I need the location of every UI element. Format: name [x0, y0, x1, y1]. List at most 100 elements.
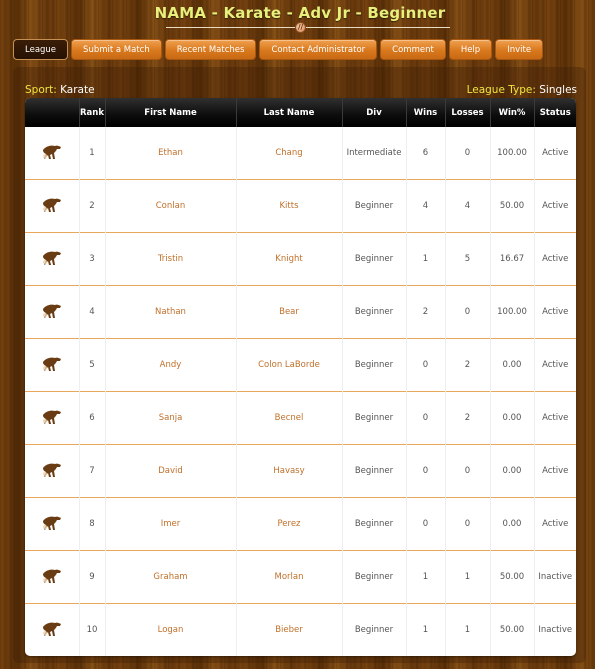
- table-row: 3 Tristin Knight Beginner 1 5 16.67 Acti…: [25, 232, 576, 286]
- league-type-info: League Type: Singles: [467, 84, 577, 96]
- table-row: 8 Imer Perez Beginner 0 0 0.00 Active: [25, 497, 576, 551]
- last-name-link[interactable]: Chang: [235, 127, 342, 180]
- losses-cell: 5: [444, 232, 490, 286]
- table-row: 6 Sanja Becnel Beginner 0 2 0.00 Active: [25, 391, 576, 445]
- wins-cell: 1: [405, 550, 445, 604]
- col-header-win-pct[interactable]: Win%: [489, 98, 534, 127]
- table-row: 2 Conlan Kitts Beginner 4 4 50.00 Active: [25, 179, 576, 233]
- league-type-value: Singles: [539, 84, 577, 96]
- win-pct-cell: 0.00: [489, 338, 534, 392]
- first-name-link[interactable]: Logan: [104, 603, 236, 656]
- col-header-wins[interactable]: Wins: [405, 98, 445, 127]
- icon-cell: [25, 286, 79, 339]
- icon-cell: [25, 445, 79, 498]
- nav-contact-admin-button[interactable]: Contact Administrator: [259, 39, 378, 60]
- last-name-link[interactable]: Havasy: [235, 444, 342, 498]
- icon-cell: [25, 498, 79, 551]
- rank-cell: 6: [78, 391, 105, 445]
- losses-cell: 1: [444, 603, 490, 656]
- table-row: 1 Ethan Chang Intermediate 6 0 100.00 Ac…: [25, 127, 576, 180]
- rank-cell: 9: [78, 550, 105, 604]
- win-pct-cell: 50.00: [489, 603, 534, 656]
- wins-cell: 4: [405, 179, 445, 233]
- nav-submit-match-button[interactable]: Submit a Match: [71, 39, 162, 60]
- losses-cell: 2: [444, 391, 490, 445]
- div-cell: Beginner: [341, 497, 406, 551]
- status-cell: Inactive: [533, 550, 576, 604]
- rank-cell: 4: [78, 285, 105, 339]
- first-name-link[interactable]: Graham: [104, 550, 236, 604]
- losses-cell: 4: [444, 179, 490, 233]
- div-cell: Beginner: [341, 338, 406, 392]
- icon-cell: [25, 180, 79, 233]
- last-name-link[interactable]: Morlan: [235, 550, 342, 604]
- panther-icon: [42, 251, 61, 265]
- nav-recent-matches-button[interactable]: Recent Matches: [164, 39, 257, 60]
- standings-table-container: Rank First Name Last Name Div Wins Losse…: [25, 98, 576, 656]
- icon-cell: [25, 127, 79, 180]
- main-nav: League Submit a Match Recent Matches Con…: [13, 39, 544, 60]
- nav-invite-button[interactable]: Invite: [495, 39, 544, 60]
- nav-comment-button[interactable]: Comment: [380, 39, 446, 60]
- first-name-link[interactable]: Nathan: [104, 285, 236, 339]
- col-header-losses[interactable]: Losses: [444, 98, 490, 127]
- win-pct-cell: 100.00: [489, 127, 534, 180]
- first-name-link[interactable]: Tristin: [104, 232, 236, 286]
- panther-icon: [42, 304, 61, 318]
- losses-cell: 0: [444, 497, 490, 551]
- win-pct-cell: 100.00: [489, 285, 534, 339]
- status-cell: Active: [533, 285, 576, 339]
- title-divider: [166, 27, 450, 28]
- table-row: 10 Logan Bieber Beginner 1 1 50.00 Inact…: [25, 603, 576, 656]
- last-name-link[interactable]: Colon LaBorde: [235, 338, 342, 392]
- losses-cell: 0: [444, 127, 490, 180]
- rank-cell: 1: [78, 127, 105, 180]
- status-cell: Active: [533, 391, 576, 445]
- panther-icon: [42, 410, 61, 424]
- league-type-label: League Type:: [466, 84, 536, 96]
- sport-value: Karate: [60, 84, 95, 96]
- status-cell: Active: [533, 338, 576, 392]
- win-pct-cell: 50.00: [489, 550, 534, 604]
- first-name-link[interactable]: Ethan: [104, 127, 236, 180]
- table-row: 4 Nathan Bear Beginner 2 0 100.00 Active: [25, 285, 576, 339]
- rank-cell: 7: [78, 444, 105, 498]
- status-cell: Inactive: [533, 603, 576, 656]
- last-name-link[interactable]: Bieber: [235, 603, 342, 656]
- last-name-link[interactable]: Bear: [235, 285, 342, 339]
- panther-icon: [42, 622, 61, 636]
- sport-label: Sport:: [25, 84, 57, 96]
- panther-icon: [42, 145, 61, 159]
- rank-cell: 10: [78, 603, 105, 656]
- panther-icon: [42, 516, 61, 530]
- status-cell: Active: [533, 127, 576, 180]
- first-name-link[interactable]: Andy: [104, 338, 236, 392]
- win-pct-cell: 0.00: [489, 444, 534, 498]
- wins-cell: 1: [405, 232, 445, 286]
- div-cell: Beginner: [341, 603, 406, 656]
- rank-cell: 3: [78, 232, 105, 286]
- last-name-link[interactable]: Kitts: [235, 179, 342, 233]
- first-name-link[interactable]: Imer: [104, 497, 236, 551]
- last-name-link[interactable]: Knight: [235, 232, 342, 286]
- col-header-status[interactable]: Status: [533, 98, 576, 127]
- col-header-div[interactable]: Div: [341, 98, 406, 127]
- losses-cell: 1: [444, 550, 490, 604]
- first-name-link[interactable]: Sanja: [104, 391, 236, 445]
- first-name-link[interactable]: Conlan: [104, 179, 236, 233]
- last-name-link[interactable]: Perez: [235, 497, 342, 551]
- last-name-link[interactable]: Becnel: [235, 391, 342, 445]
- win-pct-cell: 50.00: [489, 179, 534, 233]
- col-header-rank[interactable]: Rank: [78, 98, 105, 127]
- sport-info: Sport: Karate: [25, 84, 95, 96]
- win-pct-cell: 0.00: [489, 391, 534, 445]
- nav-help-button[interactable]: Help: [448, 39, 493, 60]
- div-cell: Beginner: [341, 444, 406, 498]
- table-row: 5 Andy Colon LaBorde Beginner 0 2 0.00 A…: [25, 338, 576, 392]
- div-cell: Beginner: [341, 391, 406, 445]
- col-header-last-name[interactable]: Last Name: [235, 98, 342, 127]
- nav-league-button[interactable]: League: [13, 39, 69, 60]
- col-header-first-name[interactable]: First Name: [104, 98, 236, 127]
- icon-cell: [25, 233, 79, 286]
- first-name-link[interactable]: David: [104, 444, 236, 498]
